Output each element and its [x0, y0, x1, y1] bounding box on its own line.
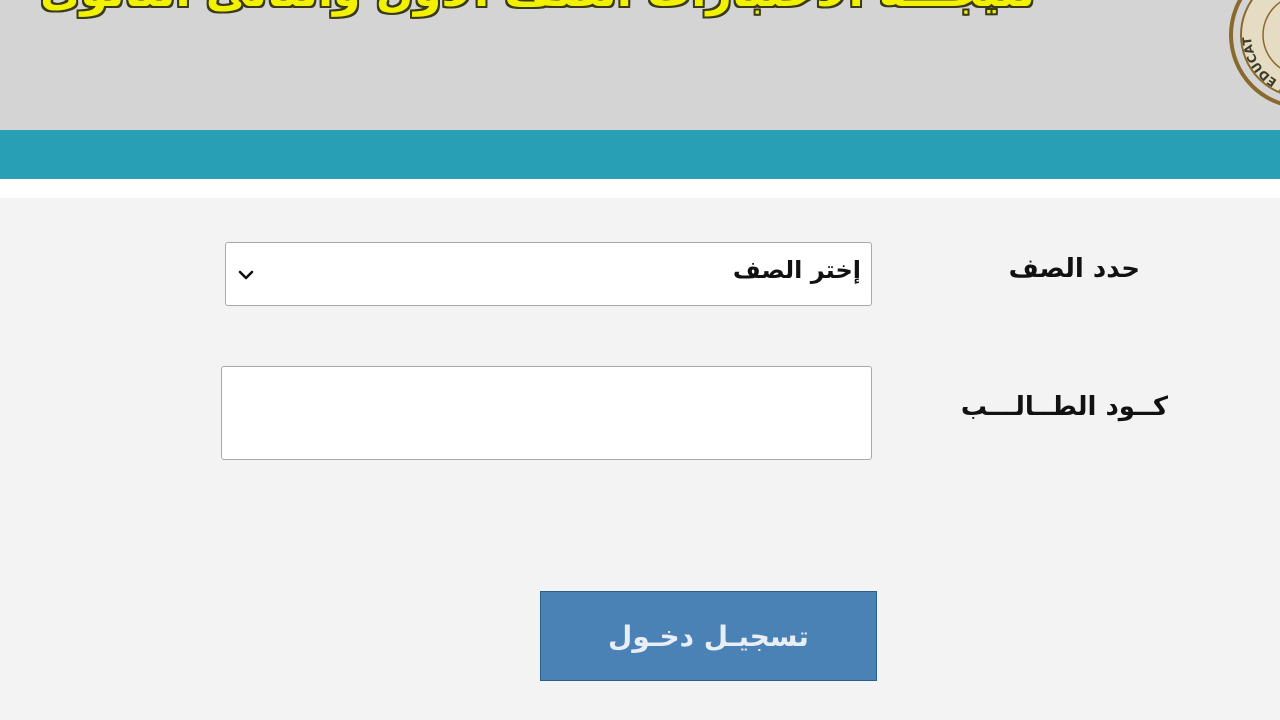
- student-code-input[interactable]: [221, 366, 872, 460]
- chevron-down-icon: [238, 270, 254, 280]
- class-select-value: إختر الصف: [732, 256, 861, 284]
- student-code-label: كــود الطــالـــب: [960, 392, 1168, 422]
- page-title: نتيجـــة الاختبارات الصف الأول والثانى ا…: [40, 0, 1035, 19]
- class-label: حدد الصف: [1008, 254, 1140, 284]
- login-button[interactable]: تسجيـل دخـول: [540, 591, 877, 681]
- header-divider: [0, 179, 1280, 198]
- login-page: نتيجـــة الاختبارات الصف الأول والثانى ا…: [0, 0, 1280, 720]
- header-band: [0, 130, 1280, 179]
- class-select[interactable]: إختر الصف: [225, 242, 872, 306]
- ministry-seal-icon: MINISTRY OF EDUCATION: [1228, 0, 1280, 106]
- page-header: نتيجـــة الاختبارات الصف الأول والثانى ا…: [0, 0, 1280, 130]
